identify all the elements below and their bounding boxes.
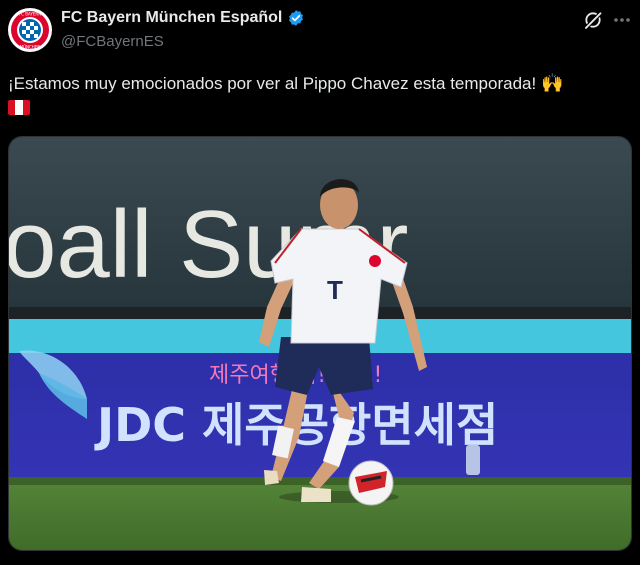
peru-flag-icon xyxy=(8,100,30,115)
tweet-header: FC BAYERN MÜNCHEN FC Bayern München Espa… xyxy=(0,0,640,62)
shirt-sponsor: T xyxy=(327,275,343,305)
avatar[interactable]: FC BAYERN MÜNCHEN xyxy=(8,8,52,52)
avatar-text-bottom: MÜNCHEN xyxy=(20,45,41,50)
grok-icon[interactable] xyxy=(583,10,603,30)
football xyxy=(348,460,394,506)
raising-hands-emoji: 🙌 xyxy=(540,73,564,93)
photo-scene: oall Sumr 제주여행 딱! 구즈! JDC 제주공항면세점 xyxy=(9,137,631,550)
tweet-photo[interactable]: oall Sumr 제주여행 딱! 구즈! JDC 제주공항면세점 xyxy=(8,136,632,551)
display-name[interactable]: FC Bayern München Español xyxy=(61,9,282,27)
pitch xyxy=(9,477,631,550)
tweet-text: ¡Estamos muy emocionados por ver al Pipp… xyxy=(8,70,632,97)
avatar-text-top: FC BAYERN xyxy=(19,12,41,17)
handle[interactable]: @FCBayernES xyxy=(61,33,164,50)
more-options-icon[interactable] xyxy=(612,12,632,28)
tweet-body: ¡Estamos muy emocionados por ver al Pipp… xyxy=(8,74,537,93)
name-row: FC Bayern München Español xyxy=(61,9,305,27)
verified-badge-icon xyxy=(289,10,304,26)
